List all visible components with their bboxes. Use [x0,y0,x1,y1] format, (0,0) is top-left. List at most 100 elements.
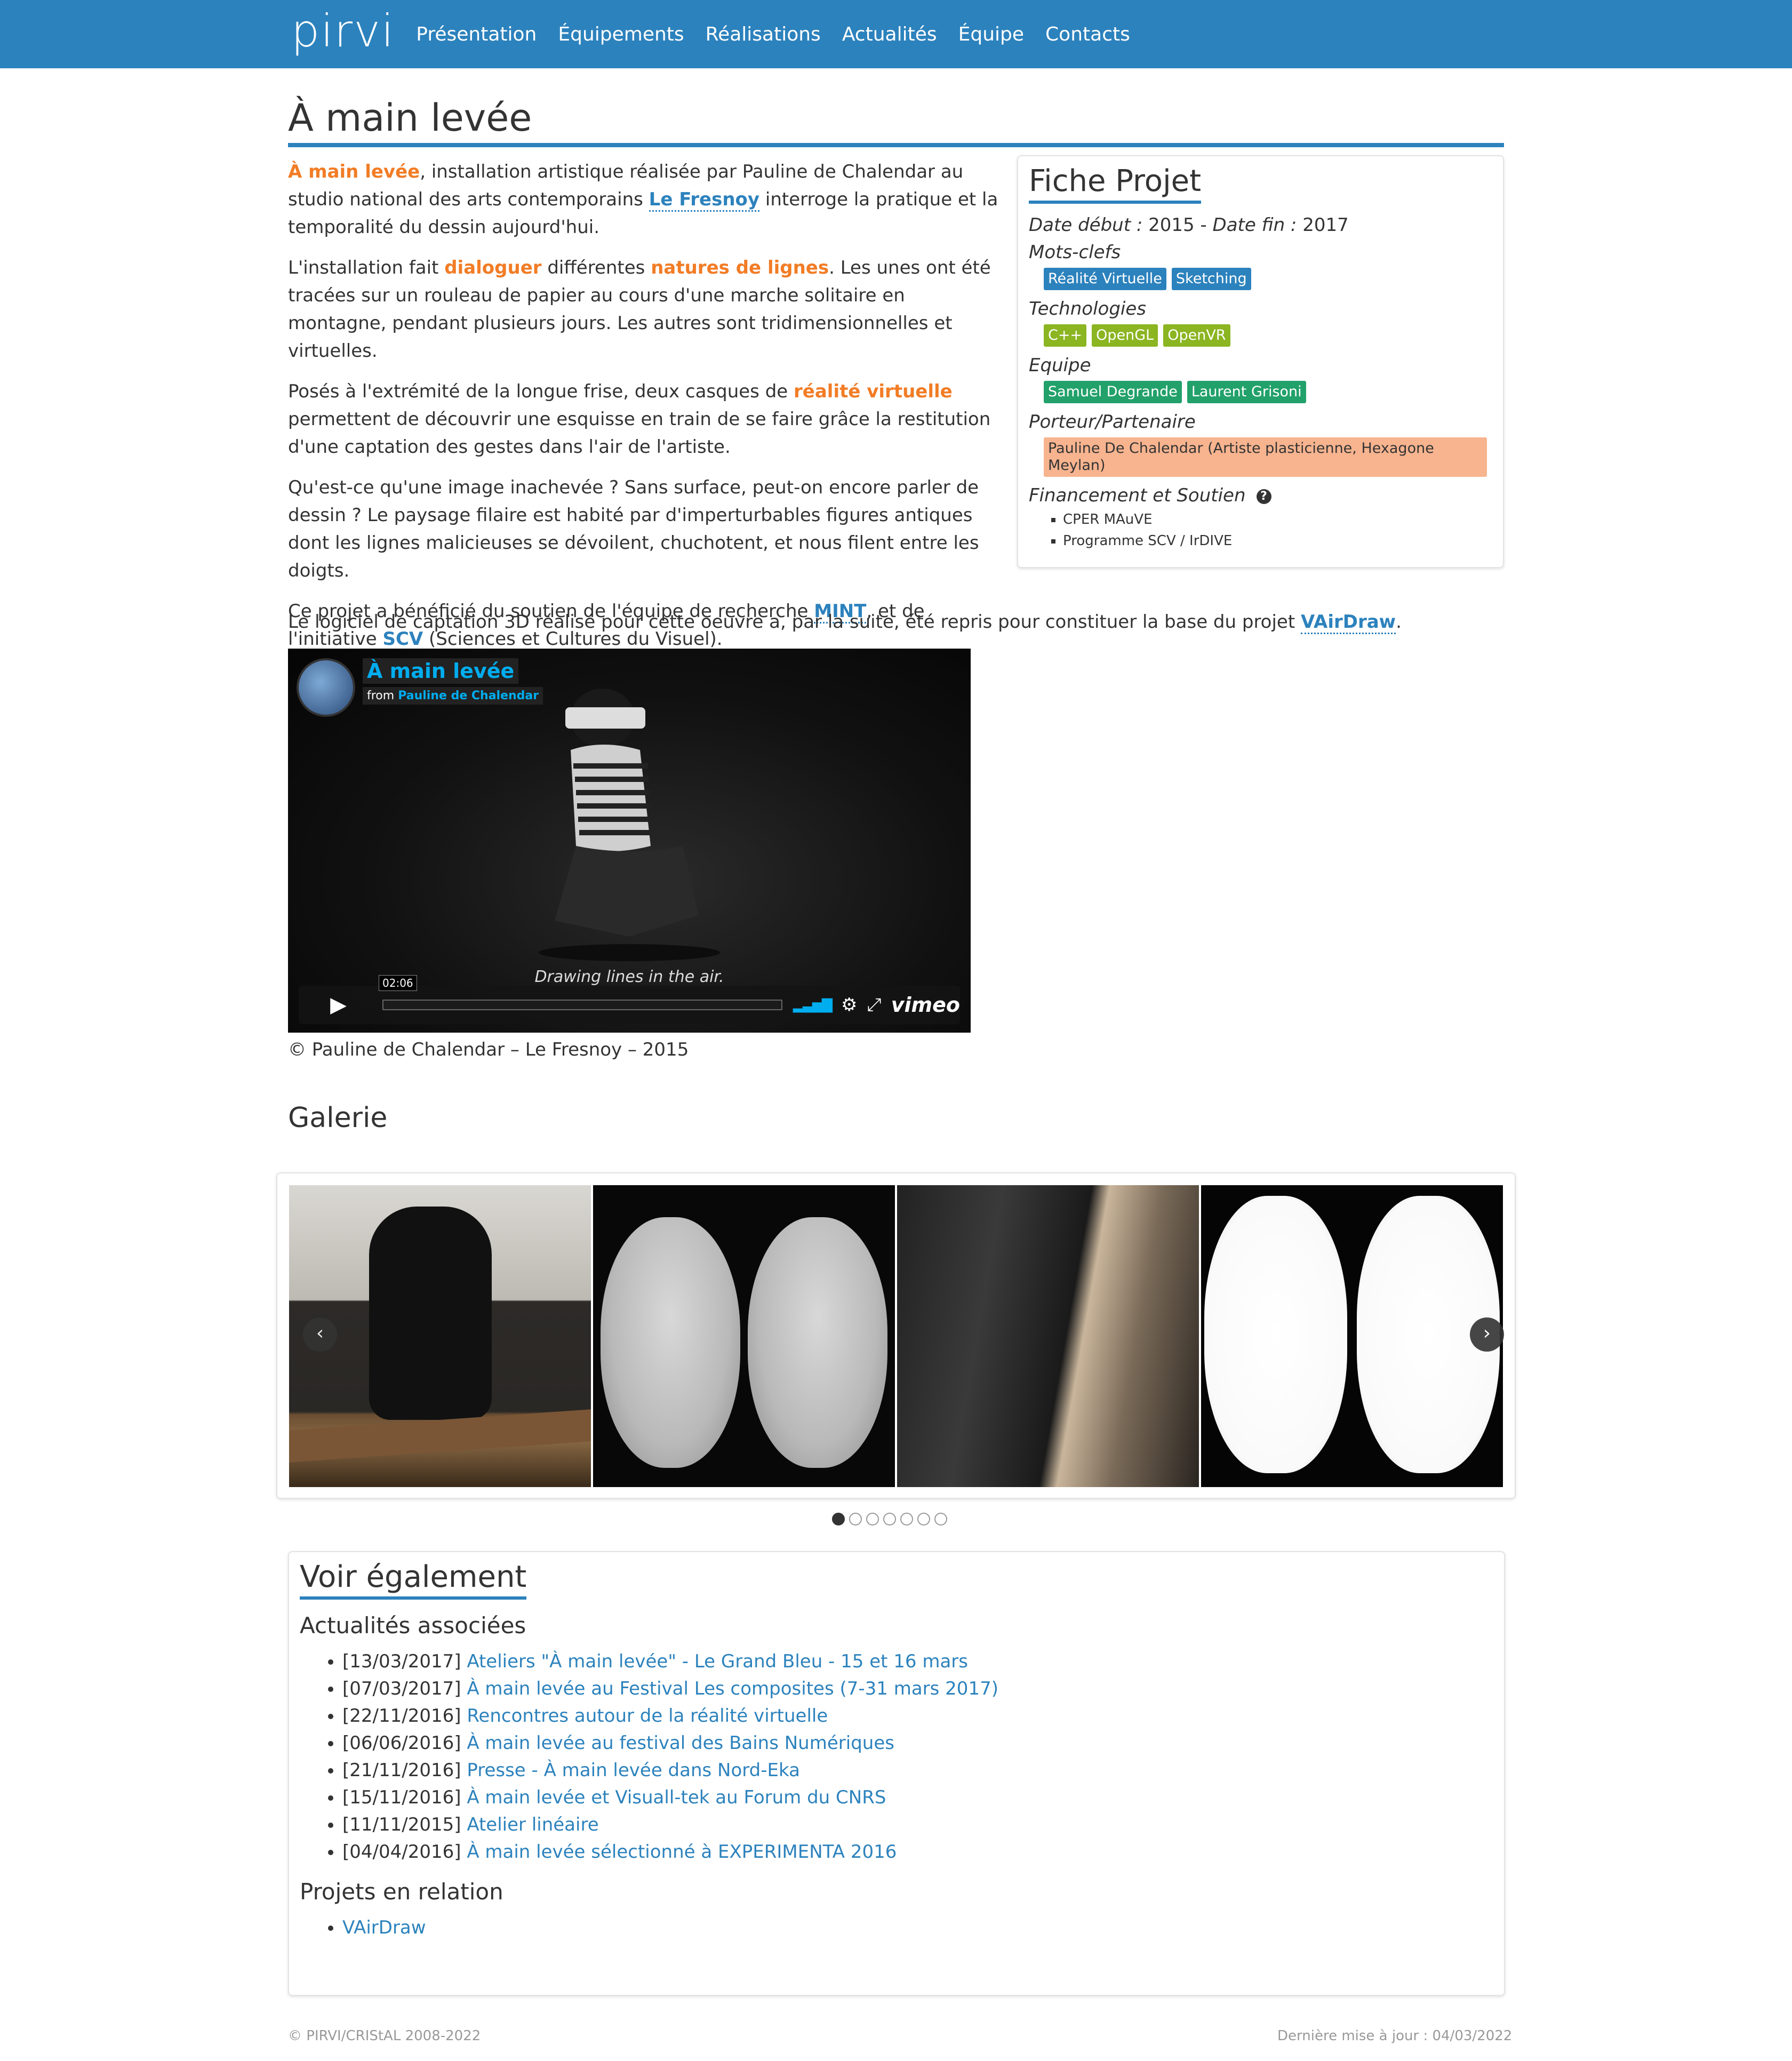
news-date: [21/11/2016] [342,1760,461,1781]
funding-label-text: Financement et Soutien [1029,485,1246,506]
author-avatar[interactable] [297,658,355,717]
gallery-image-installation[interactable] [897,1185,1199,1487]
news-date: [22/11/2016] [342,1705,461,1727]
footer-copyright: © PIRVI/CRIStAL 2008-2022 [288,2028,481,2044]
vairdraw-link[interactable]: VAirDraw [1301,611,1396,634]
carousel-prev-button[interactable]: ‹ [303,1317,337,1352]
vimeo-video-player[interactable]: À main levée from Pauline de Chalendar D… [288,649,971,1033]
video-from: from Pauline de Chalendar [363,687,543,705]
related-projects-title: Projets en relation [300,1879,503,1905]
carousel-dot[interactable] [866,1513,879,1525]
video-author-link[interactable]: Pauline de Chalendar [398,689,539,702]
news-link[interactable]: À main levée sélectionné à EXPERIMENTA 2… [467,1841,897,1863]
date-start: 2015 [1148,214,1195,236]
question-circle-icon[interactable]: ? [1256,489,1271,504]
video-control-icons: ▂▃▅▇ ⚙ ⤢ vimeo [793,993,960,1017]
date-sep: - [1194,214,1213,236]
from-label: from [367,689,395,702]
carousel-dot[interactable] [832,1513,845,1525]
video-progress-bar[interactable] [382,1000,783,1010]
see-also-panel: Voir également Actualités associées [13/… [288,1551,1505,1996]
desc-paragraph-1: À main levée, installation artistique ré… [288,158,1003,241]
nav-item-equipements[interactable]: Équipements [558,23,684,45]
project-description: À main levée, installation artistique ré… [288,158,1003,666]
video-titles: À main levée from Pauline de Chalendar [363,658,543,717]
image-figure [369,1207,492,1420]
news-date: [04/04/2016] [342,1841,461,1863]
carousel-next-button[interactable]: › [1470,1317,1504,1352]
tag-keyword[interactable]: Sketching [1171,268,1251,290]
date-end-label: Date fin : [1212,214,1297,236]
news-section-title: Actualités associées [300,1612,526,1639]
news-link[interactable]: Ateliers "À main levée" - Le Grand Bleu … [467,1651,968,1672]
team-tags: Samuel Degrande Laurent Grisoni [1029,381,1492,403]
desc-paragraph-6: Le logiciel de captation 3D réalisé pour… [288,608,1515,636]
nav-item-contacts[interactable]: Contacts [1045,23,1130,45]
technology-tags: C++ OpenGL OpenVR [1029,324,1492,347]
carousel-dot[interactable] [917,1513,930,1525]
news-item: [07/03/2017] À main levée au Festival Le… [342,1675,1493,1703]
news-date: [15/11/2016] [342,1787,461,1808]
tag-technology[interactable]: OpenGL [1092,324,1158,347]
tag-team-member[interactable]: Laurent Grisoni [1187,381,1306,403]
news-item: [21/11/2016] Presse - À main levée dans … [342,1757,1493,1784]
technologies-label: Technologies [1029,298,1146,319]
nav-item-equipe[interactable]: Équipe [958,23,1024,45]
carousel-dot[interactable] [934,1513,947,1525]
tag-keyword[interactable]: Réalité Virtuelle [1044,268,1166,290]
image-carousel: ‹ › [276,1172,1516,1499]
news-link[interactable]: À main levée au festival des Bains Numér… [467,1732,894,1754]
date-start-label: Date début : [1029,214,1143,236]
top-navbar: pirvi Présentation Équipements Réalisati… [0,0,1792,68]
tag-team-member[interactable]: Samuel Degrande [1044,381,1182,403]
tag-technology[interactable]: OpenVR [1163,324,1230,347]
partner-label: Porteur/Partenaire [1029,411,1196,433]
video-time: 02:06 [379,975,417,991]
video-title[interactable]: À main levée [363,658,519,684]
see-also-title: Voir également [300,1560,527,1600]
gallery-image-sketch-view[interactable] [1201,1185,1503,1487]
carousel-dots [832,1513,947,1525]
news-date: [06/06/2016] [342,1732,461,1754]
settings-gear-icon[interactable]: ⚙ [841,994,857,1016]
nav-item-presentation[interactable]: Présentation [416,23,537,45]
video-header: À main levée from Pauline de Chalendar [297,658,543,717]
carousel-dot[interactable] [900,1513,913,1525]
fiche-title: Fiche Projet [1029,164,1202,204]
tag-technology[interactable]: C++ [1044,324,1087,347]
news-item: [22/11/2016] Rencontres autour de la réa… [342,1703,1493,1730]
volume-icon[interactable]: ▂▃▅▇ [793,997,833,1013]
play-button[interactable]: ▶ [299,986,378,1024]
video-frame-person [539,689,720,961]
text: permettent de découvrir une esquisse en … [288,409,991,458]
news-link[interactable]: Atelier linéaire [467,1814,598,1835]
text: Le logiciel de captation 3D réalisé pour… [288,611,1301,633]
main-container: À main levée À main levée, installation … [276,68,1516,1996]
news-date: [11/11/2015] [342,1814,461,1835]
text: Posés à l'extrémité de la longue frise, … [288,381,794,402]
news-link[interactable]: À main levée et Visuall-tek au Forum du … [467,1787,886,1808]
nav-item-realisations[interactable]: Réalisations [706,23,821,45]
fullscreen-icon[interactable]: ⤢ [867,994,882,1016]
carousel-dot[interactable] [883,1513,896,1525]
news-link[interactable]: À main levée au Festival Les composites … [467,1678,998,1699]
related-project-item: VAirDraw [342,1914,1493,1942]
fiche-projet-panel: Fiche Projet Date début : 2015 - Date fi… [1017,155,1504,568]
highlight-realite-virtuelle: réalité virtuelle [794,381,953,402]
highlight-natures-lignes: natures de lignes [651,257,829,278]
pirvi-logo[interactable]: pirvi [291,5,395,57]
news-link[interactable]: Rencontres autour de la réalité virtuell… [467,1705,828,1727]
play-icon: ▶ [330,993,347,1017]
le-fresnoy-link[interactable]: Le Fresnoy [649,189,760,212]
news-date: [07/03/2017] [342,1678,461,1699]
carousel-dot[interactable] [849,1513,862,1525]
funding-item: CPER MAuVE [1063,509,1492,530]
related-project-link[interactable]: VAirDraw [342,1917,426,1938]
nav-item-actualites[interactable]: Actualités [842,23,937,45]
highlight-main-levee: À main levée [288,161,420,182]
vimeo-logo[interactable]: vimeo [891,993,960,1017]
gallery-image-vr-view[interactable] [593,1185,895,1487]
news-item: [15/11/2016] À main levée et Visuall-tek… [342,1784,1493,1811]
team-label: Equipe [1029,355,1091,376]
news-link[interactable]: Presse - À main levée dans Nord-Eka [467,1760,800,1781]
